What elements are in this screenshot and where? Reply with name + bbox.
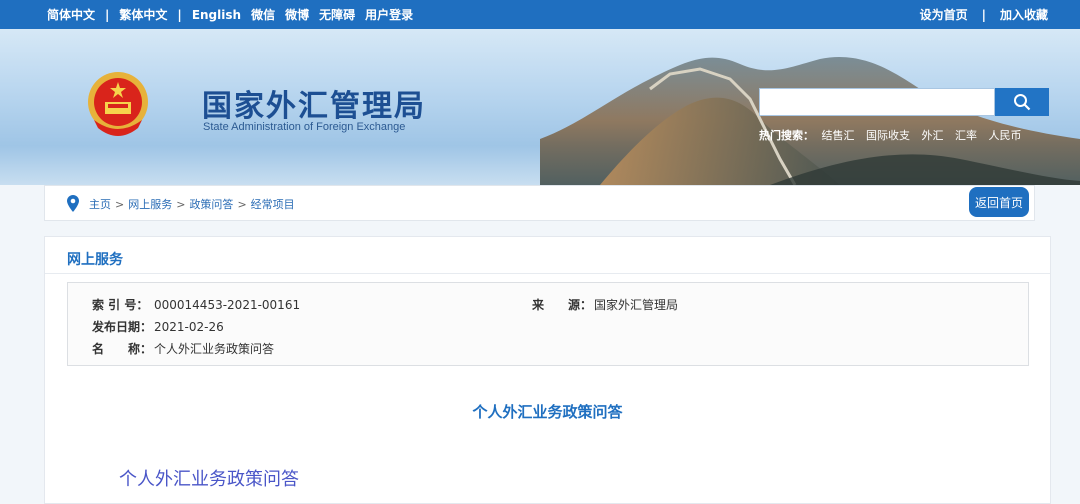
link-traditional-chinese[interactable]: 繁体中文 — [119, 6, 167, 23]
hot-keyword[interactable]: 汇率 — [955, 129, 977, 142]
breadcrumb-home[interactable]: 主页 — [89, 198, 111, 211]
link-wechat[interactable]: 微信 — [251, 6, 275, 23]
hot-search-label: 热门搜索： — [759, 129, 814, 142]
site-subtitle: State Administration of Foreign Exchange — [203, 121, 406, 133]
meta-source-value: 国家外汇管理局 — [594, 298, 679, 312]
breadcrumb-bar: 主页 > 网上服务 > 政策问答 > 经常项目 — [44, 185, 1035, 221]
hot-keyword[interactable]: 外汇 — [922, 129, 944, 142]
document-meta-box: 索 引 号： 000014453-2021-00161 来 源： 国家外汇管理局 发… — [67, 282, 1029, 366]
hot-keyword[interactable]: 国际收支 — [866, 129, 910, 142]
breadcrumb: 主页 > 网上服务 > 政策问答 > 经常项目 — [89, 196, 295, 212]
breadcrumb-sep: > — [176, 198, 186, 211]
meta-name-value: 个人外汇业务政策问答 — [154, 342, 275, 356]
meta-index-label: 索 引 号： — [92, 298, 149, 312]
add-favorite-link[interactable]: 加入收藏 — [1000, 6, 1048, 23]
search-input[interactable] — [759, 88, 995, 116]
site-title: 国家外汇管理局 — [202, 89, 426, 124]
breadcrumb-current-account[interactable]: 经常项目 — [251, 198, 295, 211]
meta-name: 名 称： 个人外汇业务政策问答 — [92, 340, 274, 357]
meta-index-value: 000014453-2021-00161 — [154, 298, 301, 312]
link-english[interactable]: English — [192, 8, 241, 22]
meta-source: 来 源： 国家外汇管理局 — [532, 296, 678, 313]
breadcrumb-sep: > — [237, 198, 247, 211]
meta-date: 发布日期： 2021-02-26 — [92, 318, 224, 335]
meta-name-label: 名 称： — [92, 342, 153, 356]
link-user-login[interactable]: 用户登录 — [365, 6, 413, 23]
article-subtitle: 个人外汇业务政策问答 — [119, 469, 299, 490]
separator: | — [177, 7, 182, 22]
link-weibo[interactable]: 微博 — [285, 6, 309, 23]
search-icon — [1014, 94, 1031, 111]
meta-date-value: 2021-02-26 — [154, 320, 224, 334]
hot-search: 热门搜索： 结售汇 国际收支 外汇 汇率 人民币 — [759, 127, 1030, 143]
separator: | — [105, 7, 110, 22]
top-right-links: 设为首页 | 加入收藏 — [920, 0, 1048, 29]
meta-date-label: 发布日期： — [92, 320, 153, 334]
back-home-button[interactable]: 返回首页 — [969, 187, 1029, 217]
header-banner: 国家外汇管理局 State Administration of Foreign … — [0, 29, 1080, 185]
breadcrumb-sep: > — [115, 198, 125, 211]
language-links: 简体中文 | 繁体中文 | English 微信 微博 无障碍 用户登录 — [47, 0, 423, 29]
meta-index: 索 引 号： 000014453-2021-00161 — [92, 296, 300, 313]
content-panel: 网上服务 索 引 号： 000014453-2021-00161 来 源： 国家外汇… — [44, 236, 1051, 504]
separator: | — [981, 7, 986, 22]
link-simplified-chinese[interactable]: 简体中文 — [47, 6, 95, 23]
hot-keyword[interactable]: 结售汇 — [822, 129, 855, 142]
location-pin-icon — [67, 195, 79, 212]
set-home-link[interactable]: 设为首页 — [920, 6, 968, 23]
meta-source-label: 来 源： — [532, 298, 593, 312]
search-button[interactable] — [995, 88, 1049, 116]
divider — [45, 273, 1050, 274]
article-title: 个人外汇业务政策问答 — [472, 403, 623, 421]
link-accessibility[interactable]: 无障碍 — [319, 6, 355, 23]
panel-title: 网上服务 — [67, 252, 123, 268]
national-emblem-icon — [88, 72, 148, 136]
breadcrumb-policy-qa[interactable]: 政策问答 — [189, 198, 233, 211]
top-nav-bar: 简体中文 | 繁体中文 | English 微信 微博 无障碍 用户登录 设为首… — [0, 0, 1080, 29]
hot-keyword[interactable]: 人民币 — [989, 129, 1022, 142]
breadcrumb-online-service[interactable]: 网上服务 — [128, 198, 172, 211]
